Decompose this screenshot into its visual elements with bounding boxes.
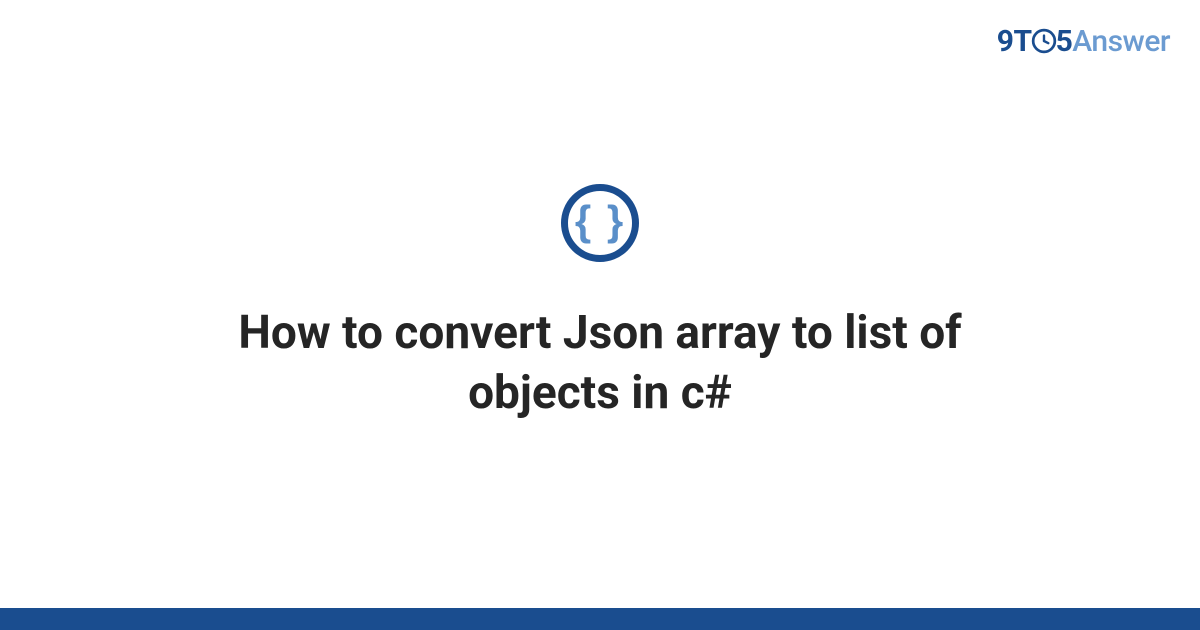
main-content: { } How to convert Json array to list of… (0, 0, 1200, 608)
topic-icon-circle: { } (561, 184, 639, 262)
question-title: How to convert Json array to list of obj… (125, 304, 1075, 424)
braces-icon: { } (575, 200, 625, 242)
footer-bar (0, 608, 1200, 630)
